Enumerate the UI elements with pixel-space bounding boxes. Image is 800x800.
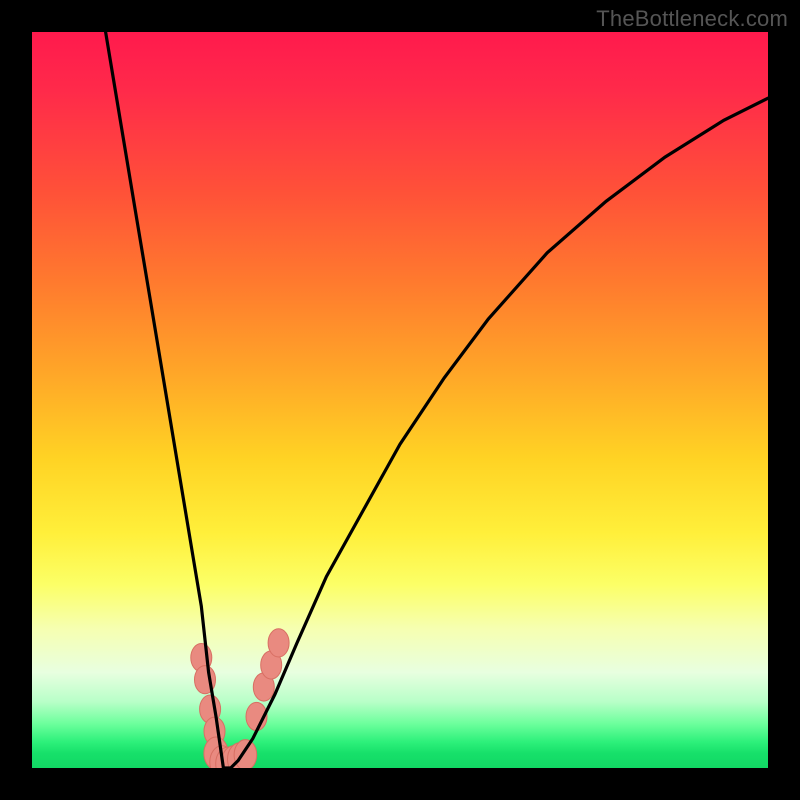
plot-area xyxy=(32,32,768,768)
curve-marker xyxy=(268,629,289,657)
chart-frame: TheBottleneck.com xyxy=(0,0,800,800)
watermark-text: TheBottleneck.com xyxy=(596,6,788,32)
bottleneck-curve xyxy=(32,32,768,768)
curve-marker xyxy=(234,740,257,768)
